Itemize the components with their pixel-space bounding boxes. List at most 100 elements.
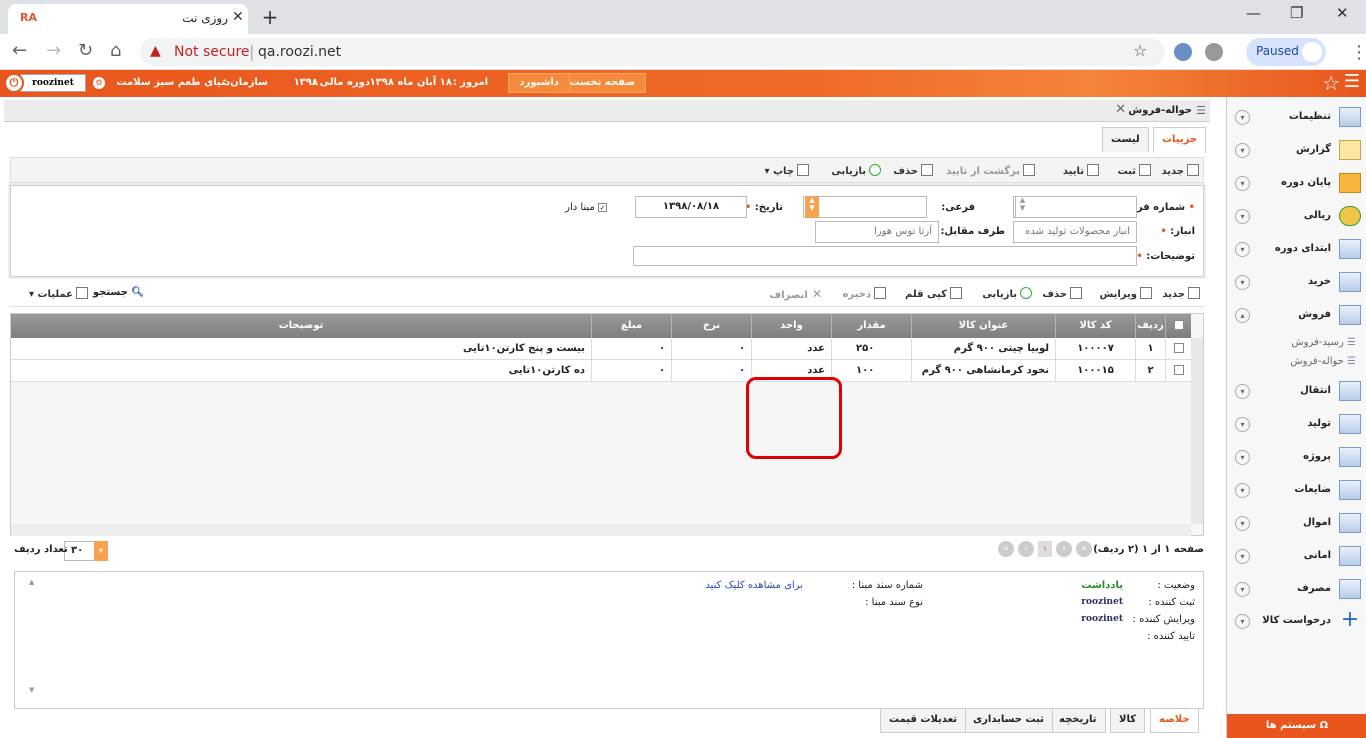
grid-save-label: ذخیره: [842, 289, 871, 300]
next-page-icon[interactable]: ‹: [1018, 541, 1034, 557]
sidebar-item-waste[interactable]: ضایعات ▾: [1227, 475, 1366, 505]
grid-new-button[interactable]: جدید: [1162, 287, 1200, 300]
doc-no-input[interactable]: ۰: [1013, 196, 1137, 218]
warehouse-input[interactable]: انبار محصولات تولید شده: [1013, 221, 1137, 243]
username-box[interactable]: roozinet: [20, 74, 86, 92]
grid-edit-button[interactable]: ویرایش: [1099, 287, 1152, 300]
tab-accounting[interactable]: ثبت حسابداری: [964, 709, 1053, 733]
col-name[interactable]: عنوان کالا: [911, 314, 1055, 338]
sidebar-item-request[interactable]: + درخواست کالا ▾: [1227, 606, 1366, 636]
profile-paused-button[interactable]: Paused: [1246, 38, 1326, 66]
date-input[interactable]: ۱۳۹۸/۰۸/۱۸: [635, 196, 747, 218]
operations-button[interactable]: عملیات ▾: [29, 287, 88, 300]
grid-delete-button[interactable]: حذف: [1042, 287, 1082, 300]
delete-button[interactable]: حذف: [893, 164, 933, 177]
minimize-icon[interactable]: —: [1246, 4, 1261, 22]
approve-button[interactable]: تایید: [1063, 164, 1099, 177]
desc-input[interactable]: [633, 246, 1137, 266]
home-icon[interactable]: ⌂: [110, 40, 121, 61]
sidebar-item-period-start[interactable]: ابتدای دوره ▾: [1227, 234, 1366, 264]
browser-tab[interactable]: RA روزی نت ✕: [8, 4, 248, 34]
tab-details[interactable]: جزییات: [1153, 127, 1207, 153]
reload-icon[interactable]: ↻: [78, 40, 93, 61]
table-row[interactable]: ۲ ۱۰۰۰۱۵ نخود کرمانشاهی ۹۰۰ گرم ۱۰۰ عدد …: [11, 360, 1191, 382]
based-checkbox[interactable]: ✓: [598, 202, 607, 212]
grid-save-button[interactable]: ذخیره: [842, 287, 886, 300]
favorites-star-icon[interactable]: ☆: [1322, 71, 1340, 95]
sidebar-item-assets[interactable]: اموال ▾: [1227, 508, 1366, 538]
tab-history[interactable]: تاریخچه: [1050, 709, 1106, 733]
forward-icon[interactable]: →: [46, 40, 61, 61]
power-icon[interactable]: ⏻: [4, 73, 24, 93]
restore-icon[interactable]: ❐: [1290, 4, 1303, 22]
table-row[interactable]: ۱ ۱۰۰۰۰۷ لوبیا چیتی ۹۰۰ گرم ۲۵۰ عدد ۰ ۰ …: [11, 338, 1191, 360]
sidebar-item-transfer[interactable]: انتقال ▾: [1227, 376, 1366, 406]
sidebar-item-period-end[interactable]: پایان دوره ▾: [1227, 168, 1366, 198]
extension-icon[interactable]: [1205, 43, 1223, 61]
col-row[interactable]: ردیف: [1135, 314, 1165, 338]
tab-goods[interactable]: کالا: [1110, 709, 1146, 733]
col-code[interactable]: کد کالا: [1055, 314, 1135, 338]
sidebar-item-sales[interactable]: فروش ▴: [1227, 300, 1366, 330]
grid-hscrollbar[interactable]: [11, 524, 1191, 536]
refresh-button[interactable]: بازیابی: [831, 164, 881, 177]
sidebar-item-report[interactable]: گزارش ▾: [1227, 135, 1366, 165]
col-rate[interactable]: نرخ: [671, 314, 751, 338]
close-page-icon[interactable]: ✕: [1115, 102, 1126, 117]
systems-button[interactable]: سیستم ها Ω: [1227, 714, 1366, 738]
based-checkbox-label[interactable]: ✓ مبنا دار: [565, 202, 607, 213]
browser-menu-icon[interactable]: ⋮: [1350, 42, 1366, 63]
sidebar-item-rial[interactable]: ریالی ▾: [1227, 201, 1366, 231]
base-doc-link[interactable]: برای مشاهده کلیک کنید: [705, 580, 803, 591]
col-desc[interactable]: توضیحات: [11, 314, 591, 338]
new-button[interactable]: جدید: [1161, 164, 1199, 177]
home-button[interactable]: صفحه نخست: [558, 73, 646, 93]
address-bar[interactable]: ▲ Not secure | qa.roozi.net ☆: [140, 38, 1165, 66]
row-checkbox[interactable]: [1165, 338, 1191, 360]
sidebar-subitem-sales-receipt[interactable]: ☰ رسید-فروش: [1291, 337, 1356, 348]
print-button[interactable]: چاپ ▾: [764, 164, 809, 177]
scroll-up-icon[interactable]: ▲: [29, 578, 34, 586]
sidebar-item-project[interactable]: پروژه ▾: [1227, 442, 1366, 472]
dashboard-button[interactable]: داشبورد: [508, 73, 570, 93]
first-page-icon[interactable]: »: [1076, 541, 1092, 557]
sidebar-subitem-sales-delivery[interactable]: ☰ حواله-فروش: [1290, 356, 1356, 367]
cancel-button[interactable]: ✕ انصراف: [769, 287, 822, 301]
sidebar-item-consignment[interactable]: امانی ▾: [1227, 541, 1366, 571]
settings-gear-icon[interactable]: ⚙: [93, 77, 105, 89]
select-all-checkbox[interactable]: [1165, 314, 1191, 338]
sub-select[interactable]: [803, 196, 927, 218]
tab-close-icon[interactable]: ✕: [232, 9, 244, 25]
col-amount[interactable]: مبلغ: [591, 314, 671, 338]
hamburger-menu-icon[interactable]: ☰: [1344, 73, 1360, 91]
sidebar-item-purchase[interactable]: خرید ▾: [1227, 267, 1366, 297]
grid-vscrollbar[interactable]: [1191, 338, 1203, 524]
extension-icon[interactable]: [1174, 43, 1192, 61]
back-icon[interactable]: ←: [12, 40, 27, 61]
save-button[interactable]: ثبت: [1118, 164, 1151, 177]
tab-list[interactable]: لیست: [1102, 127, 1149, 152]
close-window-icon[interactable]: ✕: [1336, 4, 1349, 22]
prev-page-icon[interactable]: ›: [1056, 541, 1072, 557]
sub-dropdown-icon[interactable]: ▲ ▼: [805, 196, 819, 218]
sidebar-item-production[interactable]: تولید ▾: [1227, 409, 1366, 439]
party-input[interactable]: آرتا توس هورا: [815, 221, 939, 243]
page-number[interactable]: ۱: [1038, 541, 1052, 557]
new-tab-button[interactable]: +: [258, 6, 282, 30]
tab-summary[interactable]: خلاصه: [1150, 709, 1199, 733]
search-button[interactable]: 🔍︎ جستجو: [93, 287, 144, 298]
last-page-icon[interactable]: «: [998, 541, 1014, 557]
bookmark-star-icon[interactable]: ☆: [1133, 41, 1147, 60]
grid-refresh-button[interactable]: بازیابی: [982, 287, 1032, 300]
page-size-dropdown-icon[interactable]: ▾: [94, 541, 108, 561]
scroll-down-icon[interactable]: ▼: [29, 686, 34, 694]
col-unit[interactable]: واحد: [751, 314, 831, 338]
sidebar-item-settings[interactable]: تنظیمات ▾: [1227, 102, 1366, 132]
col-qty[interactable]: مقدار: [831, 314, 911, 338]
copy-item-button[interactable]: کپی قلم: [905, 287, 962, 300]
doc-no-spinner-icon[interactable]: ▲ ▼: [1015, 196, 1029, 218]
sidebar-item-consumption[interactable]: مصرف ▾: [1227, 574, 1366, 604]
tab-price-adjust[interactable]: تعدیلات قیمت: [880, 709, 966, 733]
row-checkbox[interactable]: [1165, 360, 1191, 382]
unapprove-button[interactable]: برگشت از تایید: [946, 164, 1035, 177]
